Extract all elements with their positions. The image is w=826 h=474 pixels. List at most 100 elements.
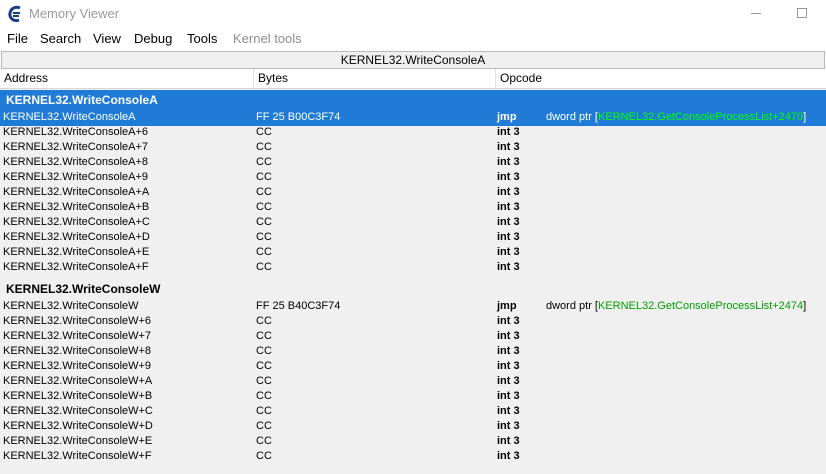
row-address: KERNEL32.WriteConsoleA+9 xyxy=(3,171,149,183)
operand-symbol[interactable]: KERNEL32.GetConsoleProcessList+2470 xyxy=(598,111,803,123)
row-address: KERNEL32.WriteConsoleA+F xyxy=(3,261,149,273)
disasm-row[interactable]: KERNEL32.WriteConsoleW+9 CC int 3 xyxy=(0,359,826,374)
disasm-row[interactable]: KERNEL32.WriteConsoleA+F CC int 3 xyxy=(0,260,826,275)
row-address: KERNEL32.WriteConsoleA+E xyxy=(3,246,150,258)
row-opcode: int 3 xyxy=(497,420,520,432)
row-bytes: CC xyxy=(256,141,272,153)
row-bytes: CC xyxy=(256,450,272,462)
row-opcode: int 3 xyxy=(497,261,520,273)
row-address: KERNEL32.WriteConsoleW xyxy=(3,300,139,312)
row-address: KERNEL32.WriteConsoleA xyxy=(3,111,136,123)
disasm-row[interactable]: KERNEL32.WriteConsoleA+9 CC int 3 xyxy=(0,170,826,185)
row-opcode: int 3 xyxy=(497,345,520,357)
row-bytes: CC xyxy=(256,420,272,432)
menu-search[interactable]: Search xyxy=(40,31,81,46)
disasm-row[interactable]: KERNEL32.WriteConsoleW+D CC int 3 xyxy=(0,419,826,434)
operand-symbol[interactable]: KERNEL32.GetConsoleProcessList+2474 xyxy=(598,300,803,312)
row-opcode: int 3 xyxy=(497,315,520,327)
row-opcode: int 3 xyxy=(497,390,520,402)
row-opcode: int 3 xyxy=(497,201,520,213)
row-address: KERNEL32.WriteConsoleA+7 xyxy=(3,141,149,153)
disasm-row[interactable]: KERNEL32.WriteConsoleW+F CC int 3 xyxy=(0,449,826,464)
row-address: KERNEL32.WriteConsoleA+D xyxy=(3,231,150,243)
row-bytes: CC xyxy=(256,330,272,342)
window-title: Memory Viewer xyxy=(29,6,120,21)
symbol-header-label: KERNEL32.WriteConsoleW xyxy=(6,282,161,296)
row-opcode: int 3 xyxy=(497,231,520,243)
disasm-row[interactable]: KERNEL32.WriteConsoleA+8 CC int 3 xyxy=(0,155,826,170)
operand-suffix: ] xyxy=(803,111,807,123)
row-bytes: CC xyxy=(256,390,272,402)
row-bytes: CC xyxy=(256,360,272,372)
row-address: KERNEL32.WriteConsoleA+A xyxy=(3,186,150,198)
row-opcode: int 3 xyxy=(497,450,520,462)
row-opcode: int 3 xyxy=(497,216,520,228)
disasm-row[interactable]: KERNEL32.WriteConsoleA+B CC int 3 xyxy=(0,200,826,215)
row-opcode: int 3 xyxy=(497,435,520,447)
column-opcode[interactable]: Opcode xyxy=(496,69,826,88)
operand-suffix: ] xyxy=(803,300,807,312)
menu-bar: File Search View Debug Tools Kernel tool… xyxy=(0,28,826,50)
row-opcode: int 3 xyxy=(497,405,520,417)
row-opcode: int 3 xyxy=(497,156,520,168)
menu-debug[interactable]: Debug xyxy=(134,31,172,46)
column-header: Address Bytes Opcode xyxy=(0,69,826,89)
symbol-header[interactable]: KERNEL32.WriteConsoleW xyxy=(0,280,826,299)
disasm-row[interactable]: KERNEL32.WriteConsoleA+C CC int 3 xyxy=(0,215,826,230)
disasm-row[interactable]: KERNEL32.WriteConsoleA FF 25 B00C3F74 jmp d… xyxy=(0,110,826,125)
disasm-row[interactable]: KERNEL32.WriteConsoleW+B CC int 3 xyxy=(0,389,826,404)
row-opcode: int 3 xyxy=(497,171,520,183)
disasm-row[interactable]: KERNEL32.WriteConsoleW+E CC int 3 xyxy=(0,434,826,449)
row-address: KERNEL32.WriteConsoleW+B xyxy=(3,390,153,402)
row-bytes: CC xyxy=(256,171,272,183)
disasm-row[interactable]: KERNEL32.WriteConsoleA+D CC int 3 xyxy=(0,230,826,245)
row-opcode: int 3 xyxy=(497,375,520,387)
row-opcode: int 3 xyxy=(497,126,520,138)
row-operand: dword ptr [KERNEL32.GetConsoleProcessLis… xyxy=(546,299,806,314)
disasm-row[interactable]: KERNEL32.WriteConsoleW+C CC int 3 xyxy=(0,404,826,419)
menu-kernel-tools[interactable]: Kernel tools xyxy=(233,31,302,46)
operand-prefix: dword ptr [ xyxy=(546,111,598,123)
row-address: KERNEL32.WriteConsoleW+6 xyxy=(3,315,152,327)
disasm-row[interactable]: KERNEL32.WriteConsoleA+A CC int 3 xyxy=(0,185,826,200)
disassembly-view[interactable]: KERNEL32.WriteConsoleA KERNEL32.WriteCons… xyxy=(0,89,826,474)
menu-tools[interactable]: Tools xyxy=(187,31,217,46)
row-bytes: CC xyxy=(256,345,272,357)
row-address: KERNEL32.WriteConsoleA+C xyxy=(3,216,150,228)
disasm-row[interactable]: KERNEL32.WriteConsoleA+E CC int 3 xyxy=(0,245,826,260)
menu-file[interactable]: File xyxy=(7,31,28,46)
row-bytes: CC xyxy=(256,405,272,417)
menu-view[interactable]: View xyxy=(93,31,121,46)
row-opcode: int 3 xyxy=(497,246,520,258)
disasm-row[interactable]: KERNEL32.WriteConsoleW+7 CC int 3 xyxy=(0,329,826,344)
disasm-row[interactable]: KERNEL32.WriteConsoleW+6 CC int 3 xyxy=(0,314,826,329)
row-bytes: CC xyxy=(256,261,272,273)
column-bytes[interactable]: Bytes xyxy=(254,69,496,88)
row-bytes: FF 25 B40C3F74 xyxy=(256,300,341,312)
row-address: KERNEL32.WriteConsoleW+F xyxy=(3,450,152,462)
row-bytes: CC xyxy=(256,201,272,213)
symbol-header-label: KERNEL32.WriteConsoleA xyxy=(6,93,158,107)
address-bar[interactable]: KERNEL32.WriteConsoleA xyxy=(1,51,825,69)
disasm-row[interactable]: KERNEL32.WriteConsoleW+A CC int 3 xyxy=(0,374,826,389)
symbol-header[interactable]: KERNEL32.WriteConsoleA xyxy=(0,91,826,110)
row-bytes: CC xyxy=(256,231,272,243)
disasm-row[interactable]: KERNEL32.WriteConsoleW FF 25 B40C3F74 jmp d… xyxy=(0,299,826,314)
row-bytes: CC xyxy=(256,216,272,228)
disasm-row[interactable]: KERNEL32.WriteConsoleW+8 CC int 3 xyxy=(0,344,826,359)
row-opcode: int 3 xyxy=(497,330,520,342)
row-address: KERNEL32.WriteConsoleW+C xyxy=(3,405,153,417)
row-address: KERNEL32.WriteConsoleA+8 xyxy=(3,156,149,168)
column-address[interactable]: Address xyxy=(0,69,254,88)
row-address: KERNEL32.WriteConsoleW+A xyxy=(3,375,153,387)
disasm-row[interactable]: KERNEL32.WriteConsoleA+7 CC int 3 xyxy=(0,140,826,155)
row-bytes: CC xyxy=(256,186,272,198)
title-bar: Memory Viewer xyxy=(0,0,826,28)
row-address: KERNEL32.WriteConsoleA+B xyxy=(3,201,150,213)
row-address: KERNEL32.WriteConsoleW+7 xyxy=(3,330,152,342)
minimize-button[interactable] xyxy=(733,0,779,28)
row-address: KERNEL32.WriteConsoleA+6 xyxy=(3,126,149,138)
row-bytes: CC xyxy=(256,375,272,387)
disasm-row[interactable]: KERNEL32.WriteConsoleA+6 CC int 3 xyxy=(0,125,826,140)
maximize-button[interactable] xyxy=(779,0,825,28)
